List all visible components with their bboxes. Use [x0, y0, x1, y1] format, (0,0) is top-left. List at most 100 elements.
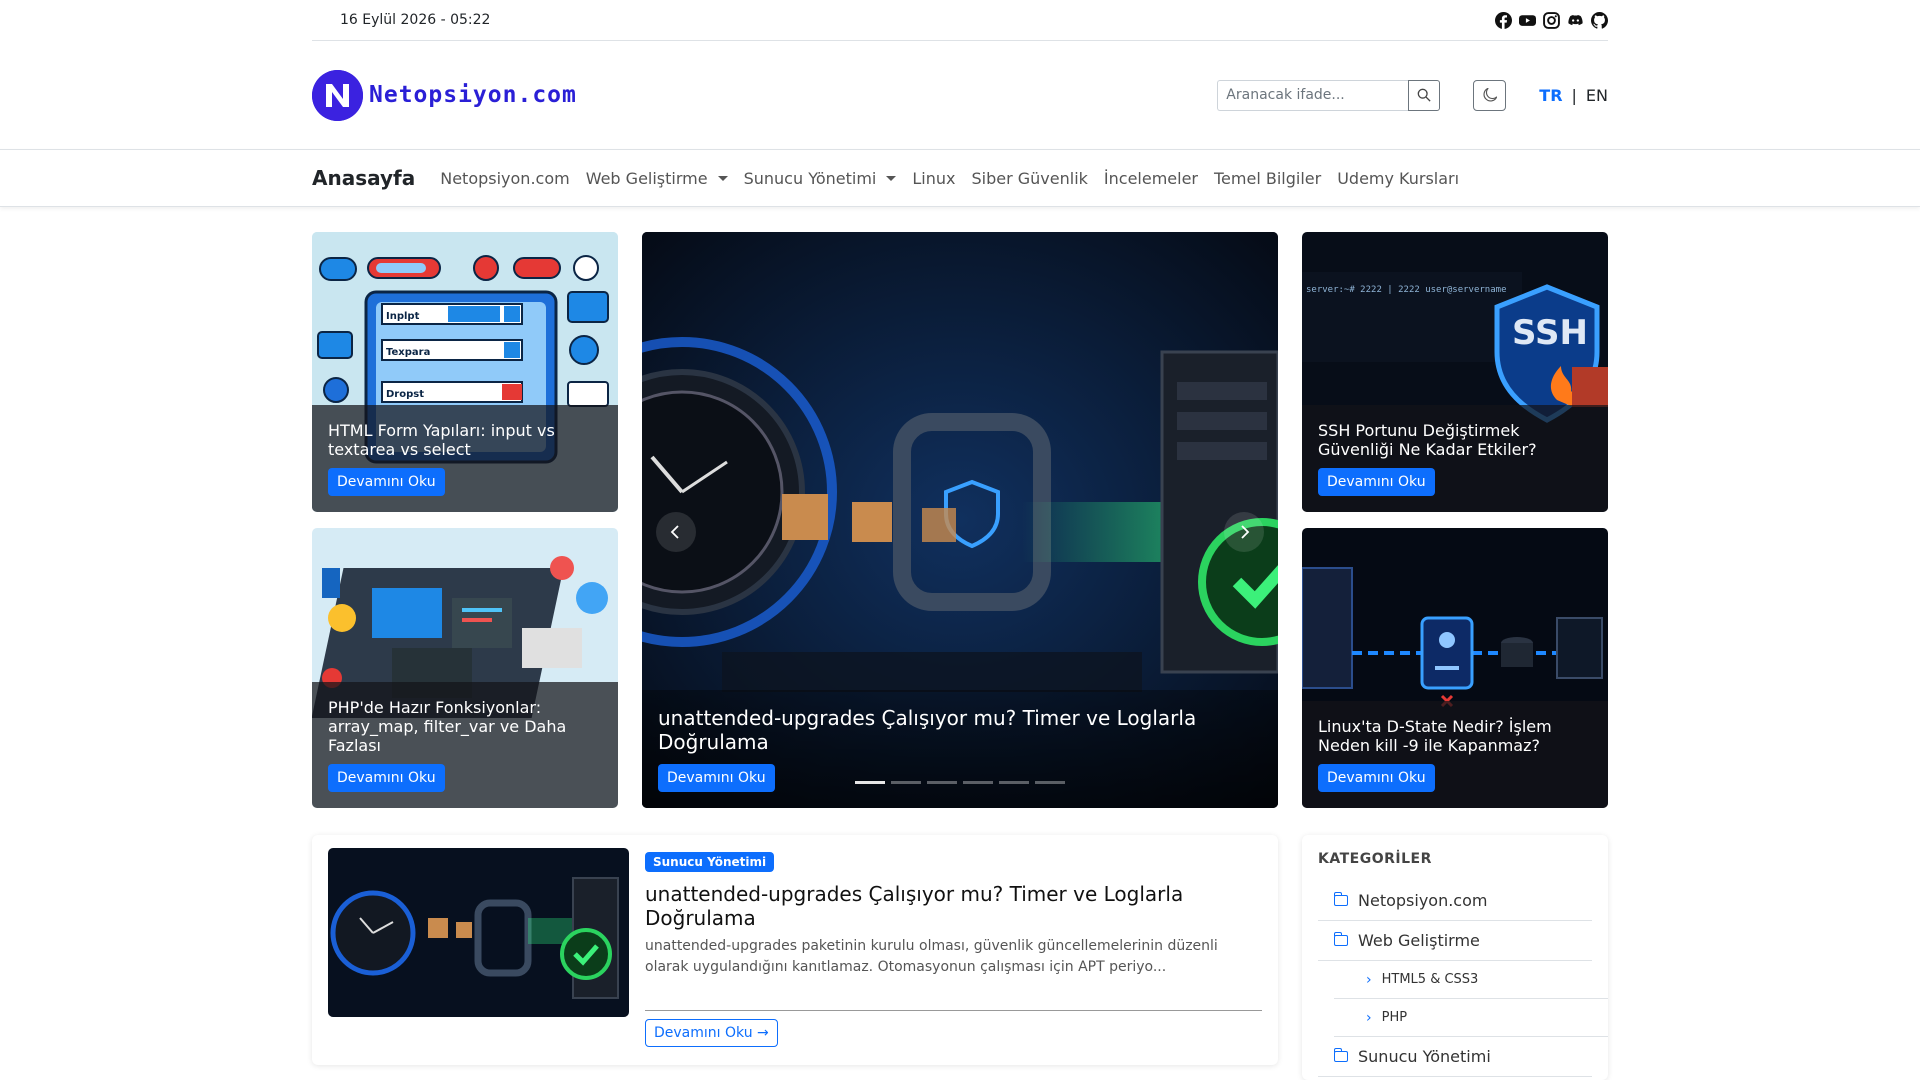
nav-item-linux[interactable]: Linux [912, 169, 955, 188]
read-more-button[interactable]: Devamını Oku → [645, 1019, 778, 1047]
categories-widget: KATEGORİLER Netopsiyon.com Web Geliştirm… [1302, 835, 1608, 1080]
nav-item-web-gelistirme[interactable]: Web Geliştirme [586, 169, 728, 188]
carousel-indicator[interactable] [891, 781, 921, 784]
category-item-html5-css3[interactable]: › HTML5 & CSS3 [1334, 961, 1608, 999]
facebook-icon[interactable] [1495, 11, 1512, 29]
nav-item-siber-guvenlik[interactable]: Siber Güvenlik [971, 169, 1087, 188]
carousel-prev-button[interactable] [656, 512, 696, 552]
current-date: 16 Eylül 2026 - 05:22 [340, 12, 491, 28]
categories-heading: KATEGORİLER [1318, 851, 1432, 867]
form-field-label: Texpara [386, 347, 430, 358]
theme-toggle-button[interactable] [1473, 79, 1507, 111]
top-bar: 16 Eylül 2026 - 05:22 [312, 0, 1608, 41]
nav-item-label: Web Geliştirme [585, 168, 708, 188]
folder-icon [1333, 892, 1348, 906]
moon-icon [1483, 88, 1497, 102]
post-title[interactable]: unattended-upgrades Çalışıyor mu? Timer … [645, 882, 1262, 930]
instagram-icon[interactable] [1543, 11, 1560, 29]
carousel-indicator[interactable] [1035, 781, 1065, 784]
folder-icon [1333, 1048, 1348, 1062]
site-logo[interactable]: Netopsiyon.com [312, 69, 577, 121]
nav-item-label: Siber Güvenlik [971, 168, 1088, 188]
featured-card-d-state[interactable]: Linux'ta D-State Nedir? İşlem Neden kill… [1302, 528, 1608, 808]
category-badge[interactable]: Sunucu Yönetimi [645, 852, 775, 872]
read-more-button[interactable]: Devamını Oku [328, 468, 445, 496]
search-icon [1417, 88, 1431, 102]
card-caption: SSH Portunu Değiştirmek Güvenliği Ne Kad… [1302, 405, 1608, 512]
nav-item-label: Temel Bilgiler [1214, 168, 1322, 188]
chevron-right-icon [1241, 525, 1250, 539]
form-field-label: Inplpt [386, 311, 420, 322]
nav-item-sunucu-yonetimi[interactable]: Sunucu Yönetimi [744, 169, 897, 188]
language-switcher: TR | EN [1539, 86, 1608, 105]
terminal-text: server:~# 2222 | 2222 user@servername [1306, 285, 1506, 295]
card-title[interactable]: Linux'ta D-State Nedir? İşlem Neden kill… [1318, 717, 1592, 755]
read-more-button[interactable]: Devamını Oku [1318, 468, 1435, 496]
card-caption: Linux'ta D-State Nedir? İşlem Neden kill… [1302, 701, 1608, 808]
card-caption: PHP'de Hazır Fonksiyonlar: array_map, fi… [312, 682, 618, 808]
post-excerpt: unattended-upgrades paketinin kurulu olm… [645, 938, 1218, 975]
featured-card-ssh-port[interactable]: server:~# 2222 | 2222 user@servername SS… [1302, 232, 1608, 512]
carousel-next-button[interactable] [1224, 512, 1264, 552]
post-divider [645, 1010, 1262, 1011]
carousel-indicator[interactable] [855, 781, 885, 784]
main-nav: Anasayfa Netopsiyon.com Web Geliştirme S… [312, 150, 1608, 206]
carousel-indicators [855, 781, 1065, 784]
nav-item-label: Udemy Kursları [1337, 168, 1460, 188]
carousel-indicator[interactable] [927, 781, 957, 784]
featured-card-html-forms[interactable]: Inplpt Texpara Dropst HTML Form Yapıları… [312, 232, 618, 512]
chevron-right-icon: › [1366, 1009, 1372, 1026]
social-links [1495, 11, 1608, 29]
post-card: Sunucu Yönetimi unattended-upgrades Çalı… [312, 835, 1278, 1065]
category-label: HTML5 & CSS3 [1381, 972, 1479, 987]
card-title[interactable]: SSH Portunu Değiştirmek Güvenliği Ne Kad… [1318, 421, 1592, 459]
nav-item-udemy-kurslari[interactable]: Udemy Kursları [1337, 169, 1459, 188]
chevron-left-icon [670, 525, 679, 539]
card-title[interactable]: HTML Form Yapıları: input vs textarea vs… [328, 421, 602, 459]
search-form [1217, 79, 1441, 111]
card-caption: HTML Form Yapıları: input vs textarea vs… [312, 405, 618, 512]
card-title[interactable]: PHP'de Hazır Fonksiyonlar: array_map, fi… [328, 698, 602, 755]
lang-tr-link[interactable]: TR [1539, 86, 1562, 105]
main-nav-bar: Anasayfa Netopsiyon.com Web Geliştirme S… [0, 149, 1920, 207]
nav-item-label: Netopsiyon.com [440, 168, 570, 188]
lang-separator: | [1571, 85, 1577, 105]
read-more-button[interactable]: Devamını Oku [328, 764, 445, 792]
hero-carousel[interactable]: unattended-upgrades Çalışıyor mu? Timer … [642, 232, 1278, 808]
nav-item-temel-bilgiler[interactable]: Temel Bilgiler [1214, 169, 1321, 188]
carousel-indicator[interactable] [963, 781, 993, 784]
post-thumbnail-image [328, 848, 629, 1017]
nav-item-label: Linux [912, 168, 956, 188]
nav-home-link[interactable]: Anasayfa [312, 166, 415, 190]
nav-item-incelemeler[interactable]: İncelemeler [1104, 169, 1198, 188]
search-input[interactable] [1217, 79, 1409, 111]
category-item-php[interactable]: › PHP [1334, 999, 1608, 1037]
lang-en-link[interactable]: EN [1586, 86, 1608, 105]
read-more-button[interactable]: Devamını Oku [1318, 764, 1435, 792]
header-tools: TR | EN [1217, 79, 1608, 111]
post-body: Sunucu Yönetimi unattended-upgrades Çalı… [645, 851, 1262, 1047]
carousel-indicator[interactable] [999, 781, 1029, 784]
nav-item-label: Sunucu Yönetimi [743, 168, 877, 188]
github-icon[interactable] [1591, 11, 1608, 29]
site-header: Netopsiyon.com TR | EN [312, 41, 1608, 149]
discord-icon[interactable] [1567, 12, 1584, 29]
carousel-caption: unattended-upgrades Çalışıyor mu? Timer … [642, 690, 1278, 808]
category-item-sunucu-yonetimi[interactable]: Sunucu Yönetimi [1318, 1037, 1592, 1077]
category-label: PHP [1381, 1010, 1408, 1025]
logo-n-icon [312, 69, 363, 121]
logo-text: Netopsiyon.com [369, 82, 577, 108]
category-item-web-gelistirme[interactable]: Web Geliştirme [1318, 921, 1592, 961]
form-field-label: Dropst [386, 389, 424, 400]
category-item-netopsiyon[interactable]: Netopsiyon.com [1318, 881, 1592, 921]
nav-item-netopsiyon[interactable]: Netopsiyon.com [440, 169, 569, 188]
chevron-right-icon: › [1366, 971, 1372, 988]
read-more-button[interactable]: Devamını Oku [658, 764, 775, 792]
post-thumbnail[interactable] [328, 848, 629, 1017]
folder-icon [1333, 932, 1348, 946]
youtube-icon[interactable] [1519, 12, 1536, 29]
featured-card-php-functions[interactable]: PHP'de Hazır Fonksiyonlar: array_map, fi… [312, 528, 618, 808]
search-button[interactable] [1408, 79, 1441, 111]
category-label: Web Geliştirme [1358, 931, 1480, 950]
carousel-title[interactable]: unattended-upgrades Çalışıyor mu? Timer … [658, 706, 1262, 754]
